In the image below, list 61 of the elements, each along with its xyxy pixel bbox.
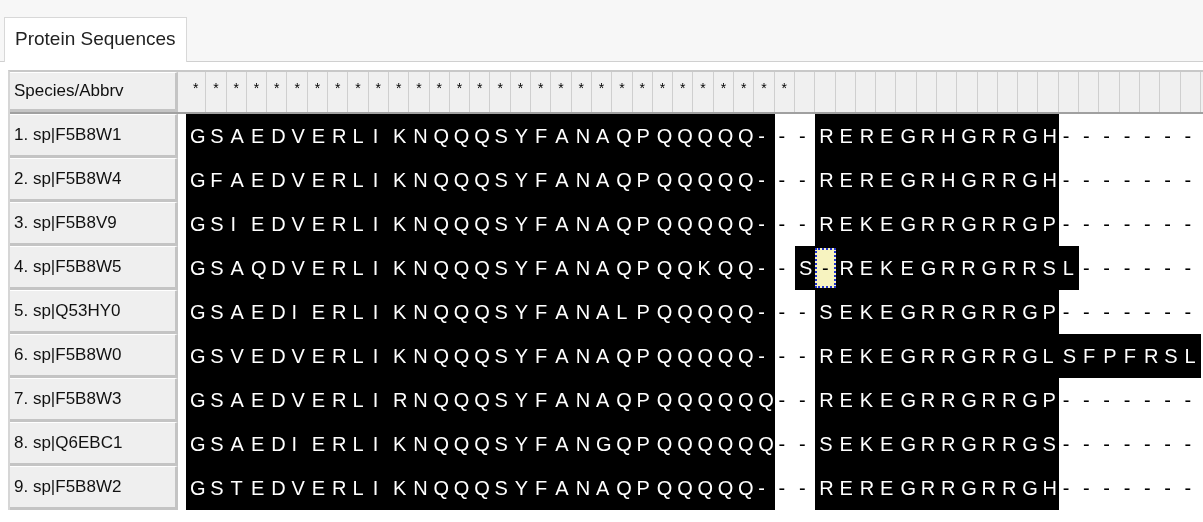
sequence-segment: R E K E G R R G R R G L S F P F R S L bbox=[815, 334, 1201, 378]
sequence-segment: S bbox=[794, 246, 816, 290]
conservation-mark: * bbox=[720, 80, 727, 98]
conservation-mark: * bbox=[274, 80, 280, 98]
conservation-mark: * bbox=[477, 80, 483, 98]
sequence-label[interactable]: 2. sp|F5B8W4 bbox=[10, 158, 178, 202]
sequence-label[interactable]: 7. sp|F5B8W3 bbox=[10, 378, 178, 422]
conservation-mark: * bbox=[335, 80, 341, 98]
conservation-mark: * bbox=[456, 80, 463, 98]
sequence-segment: S E K E G R R G R R G S bbox=[815, 422, 1059, 466]
sequence-label[interactable]: 5. sp|Q53HY0 bbox=[10, 290, 178, 334]
sequence-segment: R E K E G R R G R R G P bbox=[815, 378, 1059, 422]
sequence-segment: G S A E D V E R L I K N Q Q Q S Y F A N A Q P Q Q Q Q Q - bbox=[186, 114, 775, 158]
conservation-mark: * bbox=[213, 80, 219, 98]
conservation-mark: * bbox=[517, 80, 524, 98]
conservation-mark: * bbox=[375, 80, 382, 98]
sequence-segment: R E R E G R H G R R G H bbox=[815, 158, 1059, 202]
conservation-mark: * bbox=[294, 80, 300, 98]
sequence-label[interactable]: 3. sp|F5B8V9 bbox=[10, 202, 178, 246]
conservation-mark: * bbox=[761, 80, 767, 98]
conservation-mark: * bbox=[253, 80, 260, 98]
conservation-mark: * bbox=[578, 80, 584, 98]
conservation-mark: * bbox=[192, 80, 199, 98]
conservation-mark: * bbox=[395, 80, 402, 98]
sequence-segment: G S A E D I E R L I K N Q Q Q S Y F A N G Q P Q Q Q Q Q Q bbox=[186, 422, 775, 466]
sequence-label[interactable]: 1. sp|F5B8W1 bbox=[10, 114, 178, 158]
sequence-segment: R E R E G R H G R R G H bbox=[815, 114, 1059, 158]
sequence-label[interactable]: 8. sp|Q6EBC1 bbox=[10, 422, 178, 466]
conservation-mark: * bbox=[781, 80, 787, 98]
column-header: Species/Abbrv bbox=[10, 72, 178, 112]
sequence-label[interactable]: 6. sp|F5B8W0 bbox=[10, 334, 178, 378]
conservation-mark: * bbox=[558, 80, 564, 98]
conservation-mark: * bbox=[700, 80, 706, 98]
cursor-cell[interactable]: - bbox=[815, 248, 836, 288]
sequence-segment: R E K E G R R G R R S L bbox=[835, 246, 1080, 290]
conservation-mark: * bbox=[314, 80, 321, 98]
sequence-segment: G S I E D V E R L I K N Q Q Q S Y F A N A Q P Q Q Q Q Q - bbox=[186, 202, 775, 246]
sequence-label[interactable]: 4. sp|F5B8W5 bbox=[10, 246, 178, 290]
tab[interactable]: Protein Sequences bbox=[4, 17, 187, 62]
sequence-segment: R E R E G R R G R R G H bbox=[815, 466, 1059, 510]
sequence-segment: G S A E D I E R L I K N Q Q Q S Y F A N A L P Q Q Q Q Q - bbox=[186, 290, 775, 334]
conservation-mark: * bbox=[537, 80, 544, 98]
sequence-segment: G S V E D V E R L I K N Q Q Q S Y F A N A Q P Q Q Q Q Q - bbox=[186, 334, 775, 378]
conservation-mark: * bbox=[436, 80, 442, 98]
conservation-mark: * bbox=[355, 80, 361, 98]
conservation-mark: * bbox=[639, 80, 645, 98]
conservation-mark: * bbox=[598, 80, 605, 98]
conservation-mark: * bbox=[233, 80, 239, 98]
sequence-segment: G F A E D V E R L I K N Q Q Q S Y F A N A Q P Q Q Q Q Q - bbox=[186, 158, 775, 202]
conservation-mark: * bbox=[497, 80, 503, 98]
sequence-segment: G S A E D V E R L I R N Q Q Q S Y F A N A Q P Q Q Q Q Q Q bbox=[186, 378, 775, 422]
conservation-mark: * bbox=[659, 80, 666, 98]
sequence-label[interactable]: 9. sp|F5B8W2 bbox=[10, 466, 178, 510]
sequence-segment: G S T E D V E R L I K N Q Q Q S Y F A N A Q P Q Q Q Q Q - bbox=[186, 466, 775, 510]
conservation-mark: * bbox=[619, 80, 625, 98]
conservation-mark: * bbox=[416, 80, 422, 98]
sequence-segment: G S A Q D V E R L I K N Q Q Q S Y F A N A Q P Q Q K Q Q - bbox=[186, 246, 775, 290]
conservation-mark: * bbox=[680, 80, 686, 98]
sequence-segment: R E K E G R R G R R G P bbox=[815, 202, 1059, 246]
sequence-segment: S E K E G R R G R R G P bbox=[815, 290, 1059, 334]
conservation-mark: * bbox=[740, 80, 747, 98]
